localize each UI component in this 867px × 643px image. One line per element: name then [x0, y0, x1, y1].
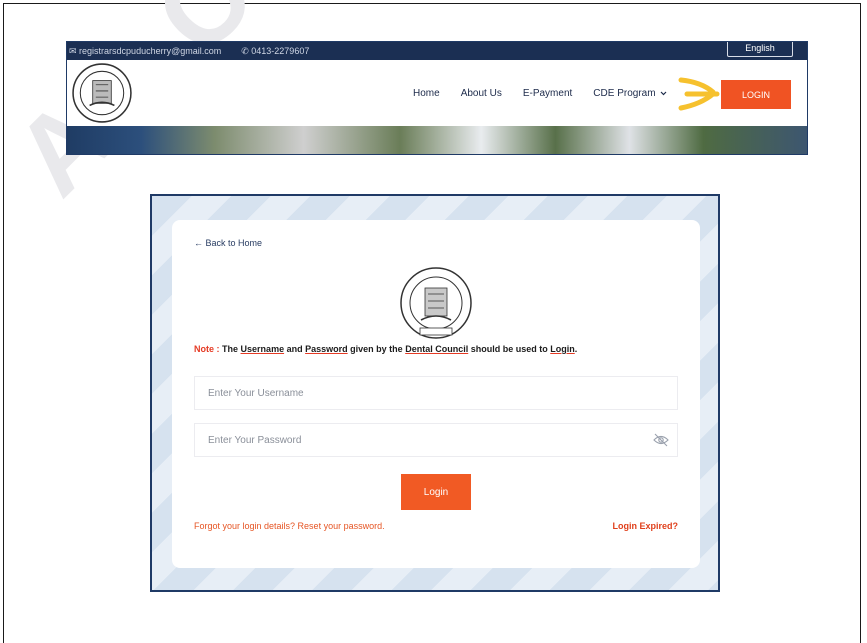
- login-submit-button[interactable]: Login: [401, 474, 471, 510]
- note-prefix: Note :: [194, 344, 220, 354]
- nav-cde-label: CDE Program: [593, 88, 656, 99]
- chevron-down-icon: [660, 91, 666, 96]
- header-login-button[interactable]: LOGIN: [721, 80, 791, 109]
- language-button[interactable]: English: [727, 42, 793, 57]
- contact-email[interactable]: ✉ registrarsdcpuducherry@gmail.com: [69, 46, 221, 57]
- nav-home[interactable]: Home: [413, 88, 440, 99]
- username-input[interactable]: Enter Your Username: [194, 376, 678, 410]
- contact-phone[interactable]: ✆ 0413-2279607: [241, 46, 309, 57]
- forgot-password-link[interactable]: Forgot your login details? Reset your pa…: [194, 521, 385, 531]
- contact-bar: ✉ registrarsdcpuducherry@gmail.com ✆ 041…: [67, 42, 807, 60]
- login-expired-link[interactable]: Login Expired?: [612, 521, 678, 531]
- note-password: Password: [305, 344, 348, 354]
- nav-about-us[interactable]: About Us: [461, 88, 502, 99]
- note-text-2: and: [286, 344, 303, 354]
- login-card: ← Back to Home Note : The Username and P…: [172, 220, 700, 568]
- note-login: Login: [550, 344, 575, 354]
- password-input[interactable]: Enter Your Password: [194, 423, 678, 457]
- login-page-screenshot: ← Back to Home Note : The Username and P…: [150, 194, 720, 592]
- nav-cde-program[interactable]: CDE Program: [593, 88, 666, 99]
- note-text-3: given by the: [350, 344, 403, 354]
- login-note: Note : The Username and Password given b…: [194, 344, 577, 354]
- dental-council-seal-icon[interactable]: [71, 62, 133, 124]
- note-text-1: The: [222, 344, 239, 354]
- nav-e-payment[interactable]: E-Payment: [523, 88, 572, 99]
- yellow-arrow-icon: [678, 77, 720, 111]
- note-end: .: [574, 344, 578, 354]
- website-header-screenshot: ✉ registrarsdcpuducherry@gmail.com ✆ 041…: [66, 41, 808, 155]
- nav-bar: Home About Us E-Payment CDE Program LOGI…: [67, 60, 807, 126]
- main-nav: Home About Us E-Payment CDE Program: [413, 88, 667, 99]
- back-to-home-link[interactable]: ← Back to Home: [194, 238, 262, 248]
- hero-banner-strip: [67, 126, 807, 154]
- note-username: Username: [240, 344, 285, 354]
- note-text-4: should be used to: [470, 344, 548, 354]
- note-council: Dental Council: [405, 344, 469, 354]
- eye-off-icon[interactable]: [653, 433, 669, 447]
- password-placeholder: Enter Your Password: [208, 434, 302, 446]
- dental-council-seal-icon: [400, 267, 472, 339]
